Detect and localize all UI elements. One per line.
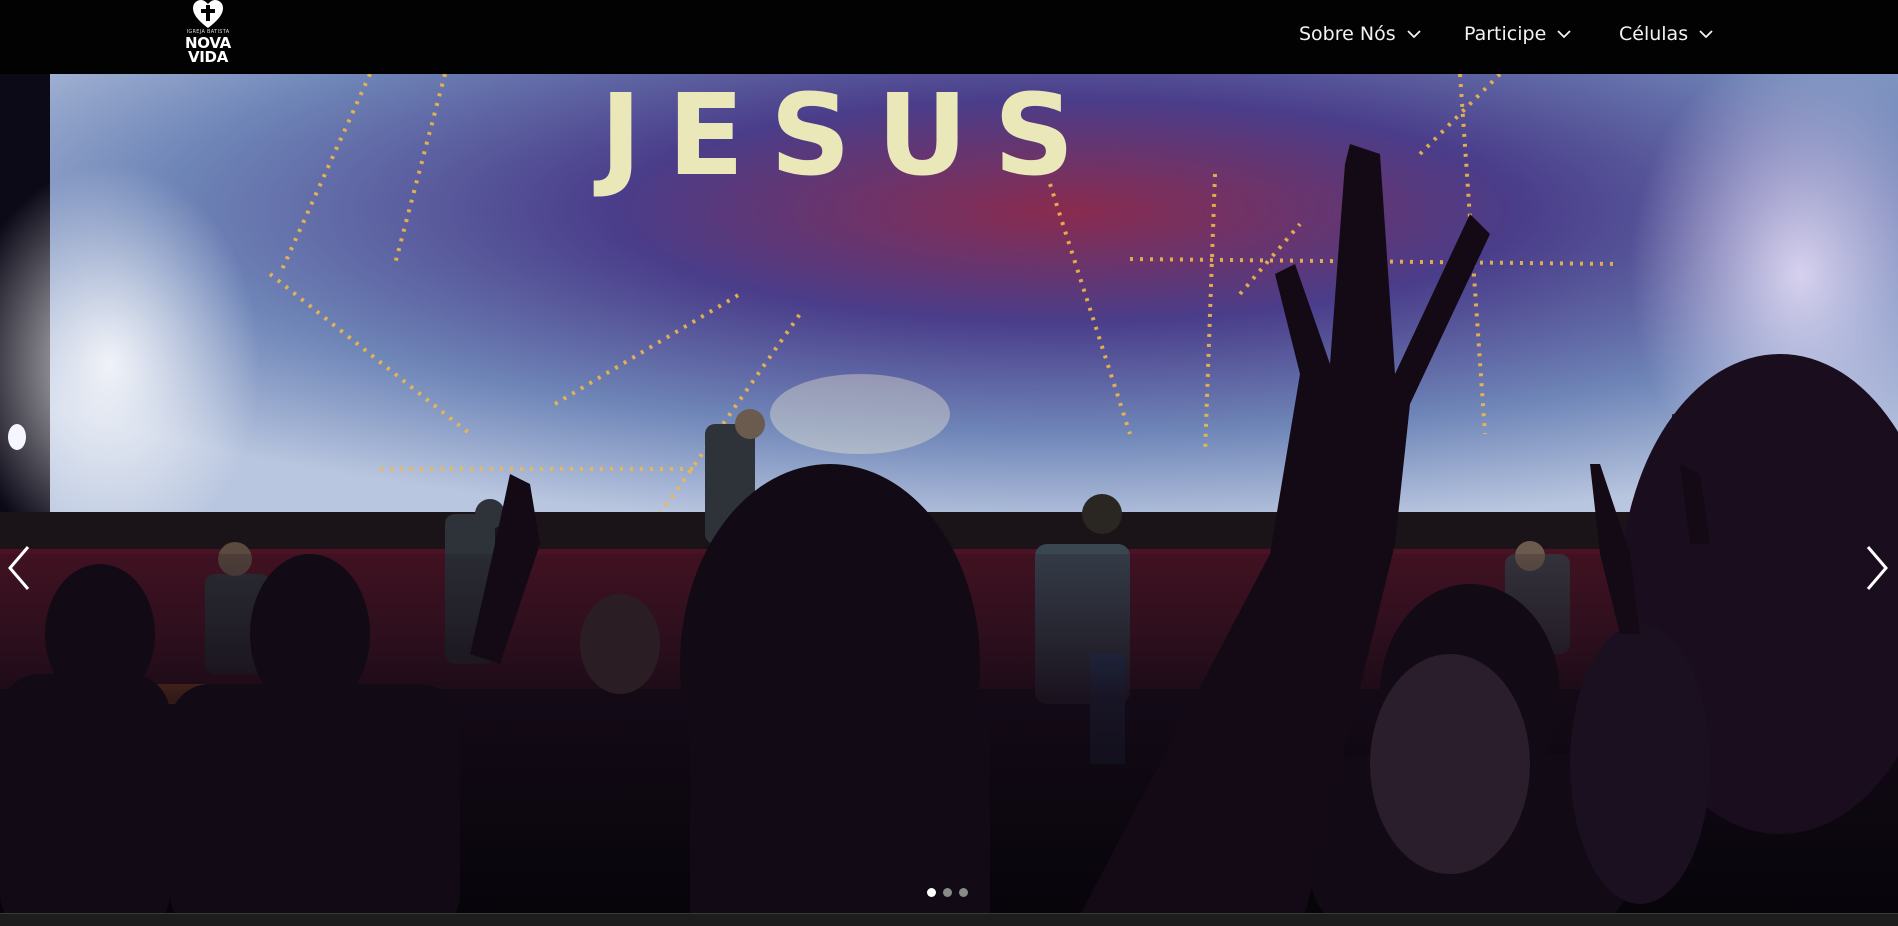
chevron-down-icon bbox=[1557, 29, 1571, 38]
carousel-next-button[interactable] bbox=[1862, 544, 1892, 592]
hero-carousel[interactable]: JESUS bbox=[0, 74, 1898, 913]
nav-item-participe[interactable]: Participe bbox=[1464, 20, 1571, 48]
chevron-right-icon bbox=[1866, 546, 1888, 590]
nav-item-label: Participe bbox=[1464, 23, 1547, 45]
carousel-dot-1[interactable] bbox=[927, 888, 936, 897]
chevron-left-icon bbox=[8, 546, 30, 590]
top-navigation-bar: Igreja Batista NOVA VIDA Sobre Nós Parti… bbox=[0, 0, 1898, 74]
page-bottom-strip bbox=[0, 913, 1898, 926]
carousel-prev-button[interactable] bbox=[4, 544, 34, 592]
chevron-down-icon bbox=[1406, 29, 1421, 38]
nav-item-sobre-nos[interactable]: Sobre Nós bbox=[1299, 20, 1421, 48]
slide-image-worship-concert: JESUS bbox=[0, 74, 1898, 913]
carousel-dot-3[interactable] bbox=[959, 888, 968, 897]
carousel-pagination bbox=[927, 888, 968, 897]
nav-item-celulas[interactable]: Células bbox=[1619, 20, 1713, 48]
chevron-down-icon bbox=[1699, 29, 1713, 38]
nav-item-label: Sobre Nós bbox=[1299, 23, 1396, 45]
main-nav: Sobre Nós Participe Células bbox=[0, 0, 1898, 68]
carousel-dot-2[interactable] bbox=[943, 888, 952, 897]
slide-screen-text: JESUS bbox=[593, 74, 1100, 201]
nav-item-label: Células bbox=[1619, 23, 1689, 45]
